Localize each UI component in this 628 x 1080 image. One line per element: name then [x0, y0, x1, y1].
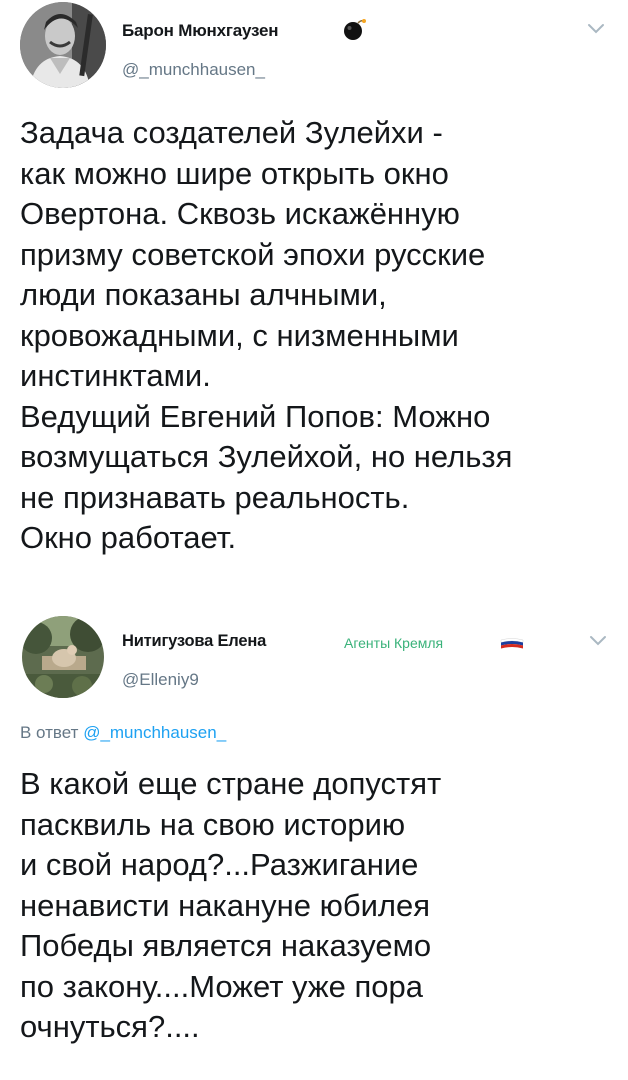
avatar-portrait-image: [20, 2, 106, 88]
tweet-text-line: Овертона. Сквозь искажённую: [20, 196, 460, 231]
tweet-text-line: очнуться?....: [20, 1009, 200, 1044]
bomb-icon: [344, 19, 366, 40]
tweet-text-line: Задача создателей Зулейхи -: [20, 115, 443, 150]
display-name[interactable]: Барон Мюнхгаузен: [122, 21, 279, 41]
tweet-text-line: Ведущий Евгений Попов: Можно: [20, 398, 491, 434]
avatar[interactable]: [22, 616, 104, 698]
tweet-text-line: Окно работает.: [20, 520, 237, 555]
chevron-down-icon[interactable]: [586, 22, 606, 36]
avatar[interactable]: [20, 2, 106, 88]
tweet-text-line: люди показаны алчными,: [20, 277, 387, 312]
tweet-text: В какой еще стране допустят пасквиль на …: [20, 764, 616, 1048]
reply-context: В ответ @_munchhausen_: [20, 723, 226, 743]
tweet-text-line: Победы является наказуемо: [20, 928, 432, 963]
tweet-text-line: инстинктами.: [20, 358, 211, 393]
tweet-text-line: ненависти накануне юбилея: [20, 887, 431, 923]
tweet-text-line: кровожадными, с низменными: [20, 317, 459, 353]
tweet-text-line: призму советской эпохи русские: [20, 236, 486, 272]
tweet-text-line: В какой еще стране допустят: [20, 766, 442, 801]
reply-to-link[interactable]: @_munchhausen_: [83, 723, 226, 742]
user-handle[interactable]: @Elleniy9: [122, 670, 199, 690]
tweet-text-line: не признавать реальность.: [20, 479, 410, 515]
tweet-text: Задача создателей Зулейхи - как можно ши…: [20, 113, 616, 559]
tweet-text-line: возмущаться Зулейхой, но нельзя: [20, 439, 513, 474]
russian-flag-icon: [500, 638, 524, 649]
tweet-text-line: как можно шире открыть окно: [20, 155, 449, 191]
user-handle[interactable]: @_munchhausen_: [122, 60, 265, 80]
display-name[interactable]: Нитигузова Елена: [122, 632, 266, 651]
avatar-garden-image: [22, 616, 104, 698]
user-label-badge: Агенты Кремля: [344, 635, 444, 651]
chevron-down-icon[interactable]: [588, 634, 608, 648]
tweet-text-line: по закону....Может уже пора: [20, 968, 423, 1004]
reply-prefix: В ответ: [20, 723, 79, 742]
tweet-text-line: пасквиль на свою историю: [20, 806, 406, 842]
tweet-text-line: и свой народ?...Разжигание: [20, 847, 419, 882]
